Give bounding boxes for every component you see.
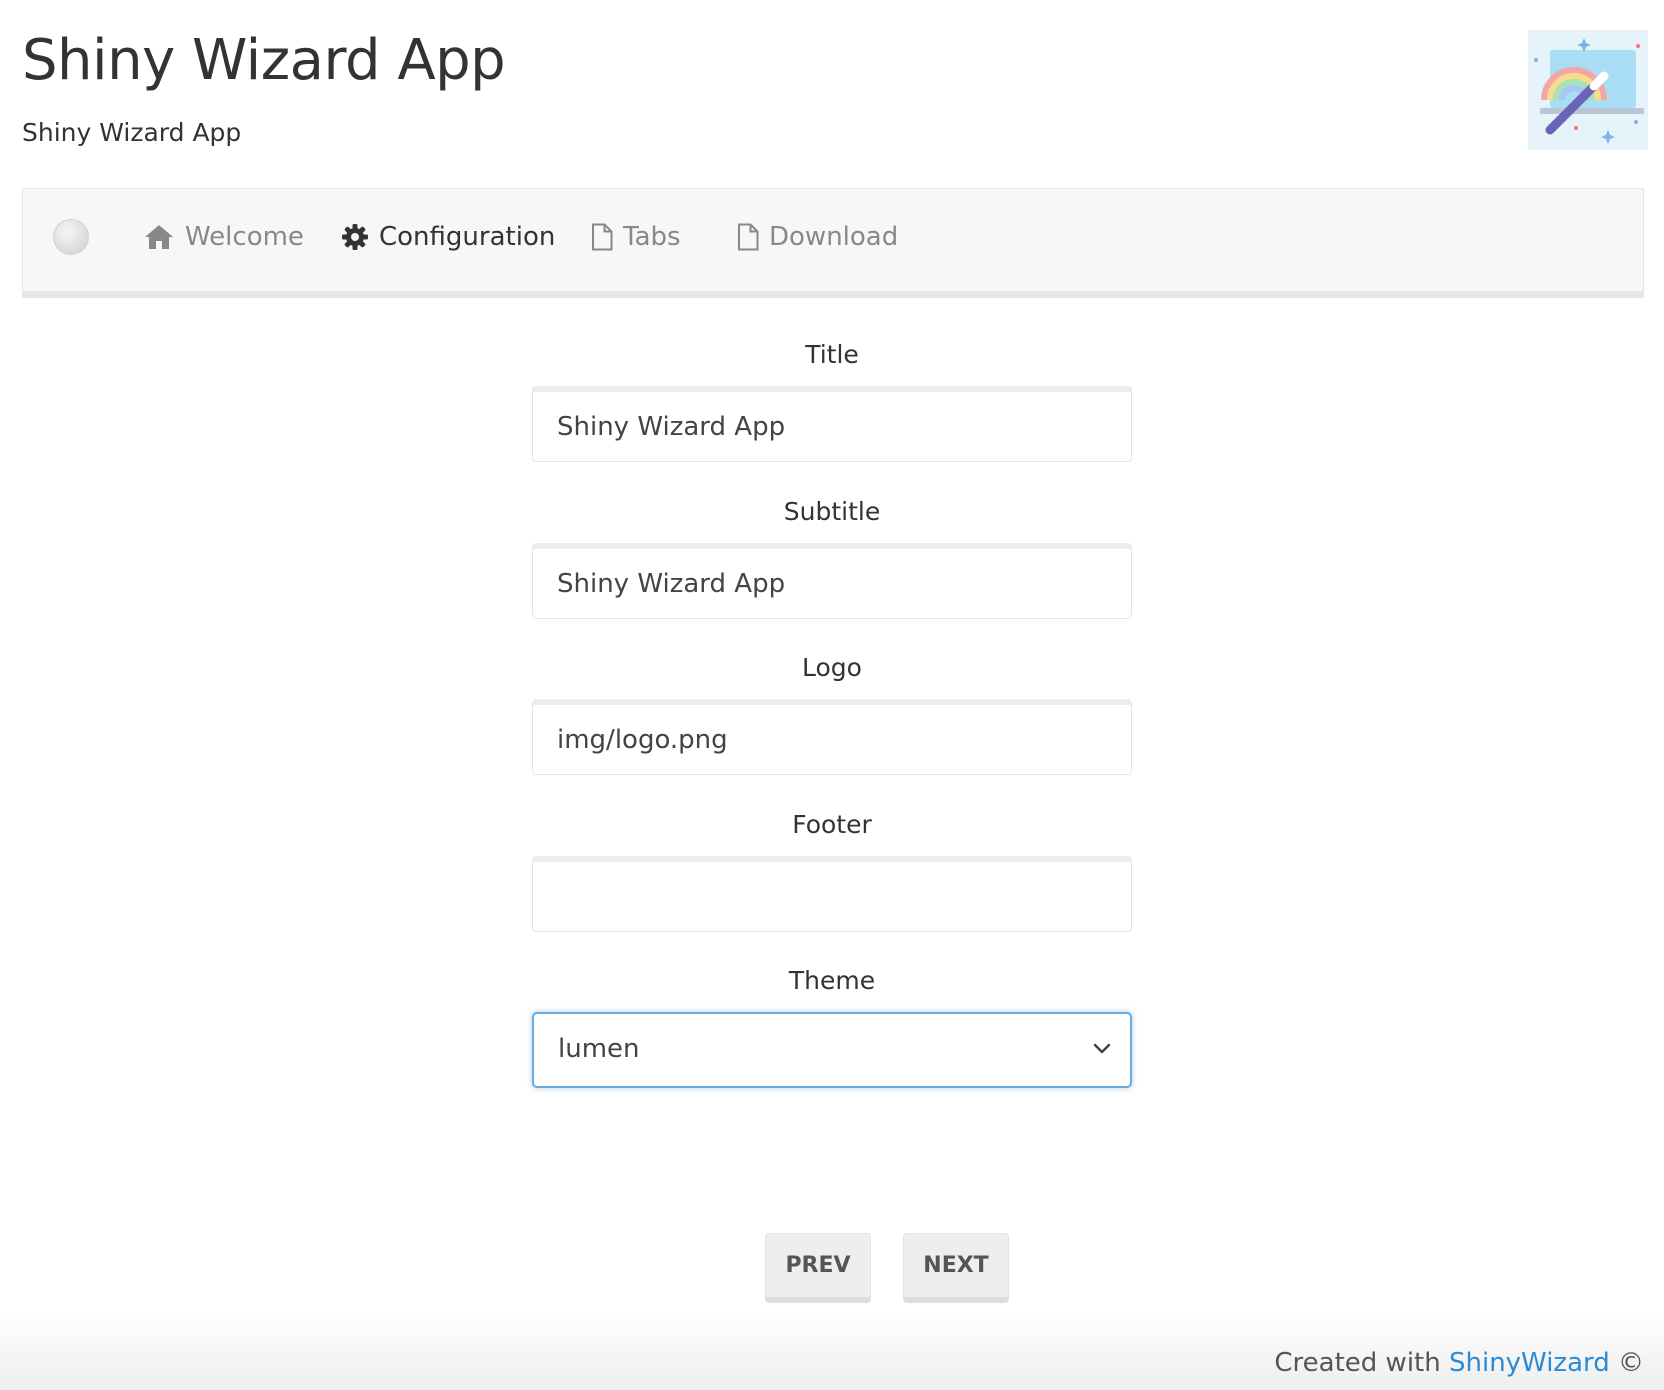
wizard-navbar: Welcome Configuration Tabs Download bbox=[22, 188, 1644, 298]
tab-welcome[interactable]: Welcome bbox=[143, 215, 304, 259]
footer-credit: Created with ShinyWizard © bbox=[1274, 1348, 1644, 1378]
footer-suffix: © bbox=[1609, 1348, 1644, 1378]
tab-configuration[interactable]: Configuration bbox=[341, 215, 555, 259]
logo-label: Logo bbox=[802, 653, 862, 682]
title-label: Title bbox=[805, 340, 859, 369]
file-icon bbox=[592, 223, 613, 251]
rainbow-wand-logo-icon bbox=[1528, 30, 1648, 150]
theme-select-value: lumen bbox=[558, 1034, 640, 1064]
tab-tabs-label: Tabs bbox=[623, 222, 681, 252]
shinywizard-link[interactable]: ShinyWizard bbox=[1449, 1348, 1610, 1378]
theme-select[interactable]: lumen bbox=[532, 1012, 1132, 1088]
status-indicator-icon bbox=[53, 219, 89, 255]
page-title: Shiny Wizard App bbox=[22, 28, 506, 93]
subtitle-input[interactable] bbox=[532, 543, 1132, 619]
footer-prefix: Created with bbox=[1274, 1348, 1449, 1378]
home-icon bbox=[145, 225, 173, 249]
theme-label: Theme bbox=[788, 966, 876, 995]
tab-welcome-label: Welcome bbox=[185, 222, 304, 252]
file-icon bbox=[738, 223, 759, 251]
prev-button[interactable]: PREV bbox=[765, 1233, 871, 1303]
footer-label: Footer bbox=[792, 810, 872, 839]
footer-input[interactable] bbox=[532, 856, 1132, 932]
chevron-down-icon bbox=[1093, 1043, 1111, 1054]
next-button[interactable]: NEXT bbox=[903, 1233, 1009, 1303]
subtitle-label: Subtitle bbox=[783, 497, 881, 526]
title-input[interactable] bbox=[532, 386, 1132, 462]
gear-icon bbox=[342, 224, 368, 250]
tab-download-label: Download bbox=[769, 222, 899, 252]
page-subtitle: Shiny Wizard App bbox=[22, 118, 242, 147]
tab-download[interactable]: Download bbox=[737, 215, 898, 259]
logo-input[interactable] bbox=[532, 699, 1132, 775]
tab-tabs[interactable]: Tabs bbox=[591, 215, 681, 259]
tab-configuration-label: Configuration bbox=[379, 222, 556, 252]
